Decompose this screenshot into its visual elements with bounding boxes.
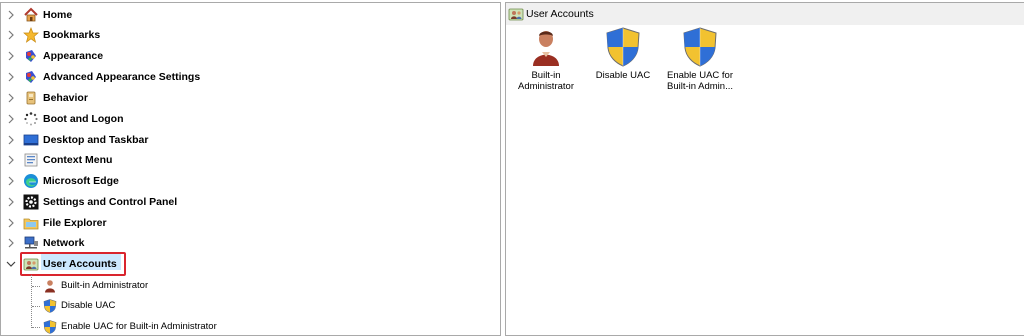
boot-spinner-icon xyxy=(22,110,40,128)
tree-item-label: Built-in Administrator xyxy=(61,280,149,291)
tree-item-built-in-administrator[interactable]: Built-in Administrator xyxy=(1,276,500,296)
tree-item-advanced-appearance[interactable]: Advanced Appearance Settings xyxy=(1,67,500,87)
items-view-header: User Accounts xyxy=(506,3,1024,25)
behavior-icon xyxy=(22,89,40,107)
tree-item-label: Settings and Control Panel xyxy=(43,196,178,208)
tree-item-label: Advanced Appearance Settings xyxy=(43,71,201,83)
tile-label-line1: Built-in xyxy=(531,70,561,81)
tree-item-label: File Explorer xyxy=(43,217,107,229)
tree-item-microsoft-edge[interactable]: Microsoft Edge xyxy=(1,171,500,191)
items-view-title: User Accounts xyxy=(526,8,594,20)
chevron-right-icon[interactable] xyxy=(5,113,17,125)
tree-item-boot-logon[interactable]: Boot and Logon xyxy=(1,109,500,129)
uac-shield-icon xyxy=(682,27,718,67)
chevron-right-icon[interactable] xyxy=(5,50,17,62)
tile-label: Enable UAC for Built-in Admin... xyxy=(663,70,737,92)
tree-item-enable-uac-built-in-admin[interactable]: Enable UAC for Built-in Administrator xyxy=(1,317,500,335)
chevron-right-icon[interactable] xyxy=(5,217,17,229)
selection-callout xyxy=(20,252,126,276)
tree-item-network[interactable]: Network xyxy=(1,233,500,253)
tree-item-label: Behavior xyxy=(43,92,88,104)
tree-item-disable-uac[interactable]: Disable UAC xyxy=(1,296,500,316)
tree-item-label: Enable UAC for Built-in Administrator xyxy=(61,321,217,332)
tree-item-label: Home xyxy=(43,9,73,21)
palette-icon xyxy=(22,68,40,86)
tree-item-desktop-taskbar[interactable]: Desktop and Taskbar xyxy=(1,130,500,150)
tree-view[interactable]: Home Bookmarks Appearance Advanced Appea… xyxy=(0,2,501,336)
chevron-down-icon[interactable] xyxy=(5,258,17,270)
desktop-icon xyxy=(22,131,40,149)
user-accounts-icon xyxy=(508,6,524,22)
palette-icon xyxy=(22,47,40,65)
tree-item-behavior[interactable]: Behavior xyxy=(1,88,500,108)
tree-item-label: Bookmarks xyxy=(43,29,101,41)
tile-label: Disable UAC xyxy=(586,70,660,81)
tile-label-line1: Enable UAC for xyxy=(666,70,733,81)
chevron-right-icon[interactable] xyxy=(5,29,17,41)
edge-icon xyxy=(22,172,40,190)
user-icon xyxy=(42,278,58,294)
tree-item-label: Network xyxy=(43,237,85,249)
tree-item-label: Appearance xyxy=(43,50,104,62)
chevron-right-icon[interactable] xyxy=(5,175,17,187)
tree-item-bookmarks[interactable]: Bookmarks xyxy=(1,25,500,45)
chevron-right-icon[interactable] xyxy=(5,154,17,166)
chevron-right-icon[interactable] xyxy=(5,71,17,83)
tile-label: Built-in Administrator xyxy=(509,70,583,92)
uac-shield-icon xyxy=(42,298,58,314)
tile-built-in-administrator[interactable]: Built-in Administrator xyxy=(509,27,583,97)
items-view[interactable]: User Accounts Built-in Administrator Dis… xyxy=(505,2,1024,336)
chevron-right-icon[interactable] xyxy=(5,9,17,21)
tree-item-home[interactable]: Home xyxy=(1,5,500,25)
uac-shield-icon xyxy=(605,27,641,67)
network-icon xyxy=(22,234,40,252)
home-icon xyxy=(22,6,40,24)
user-icon xyxy=(528,27,564,67)
folder-icon xyxy=(22,214,40,232)
star-icon xyxy=(22,26,40,44)
tile-enable-uac-built-in-admin[interactable]: Enable UAC for Built-in Admin... xyxy=(663,27,737,97)
tree-item-appearance[interactable]: Appearance xyxy=(1,46,500,66)
chevron-right-icon[interactable] xyxy=(5,134,17,146)
tree-item-file-explorer[interactable]: File Explorer xyxy=(1,213,500,233)
tree-item-settings-control-panel[interactable]: Settings and Control Panel xyxy=(1,192,500,212)
chevron-right-icon[interactable] xyxy=(5,196,17,208)
tree-item-label: Context Menu xyxy=(43,154,113,166)
chevron-right-icon[interactable] xyxy=(5,237,17,249)
tile-disable-uac[interactable]: Disable UAC xyxy=(586,27,660,97)
tile-label-line1: Disable UAC xyxy=(595,70,651,81)
tree-item-label: Boot and Logon xyxy=(43,113,124,125)
tree-item-context-menu[interactable]: Context Menu xyxy=(1,150,500,170)
tree-item-label: Desktop and Taskbar xyxy=(43,134,149,146)
context-menu-icon xyxy=(22,151,40,169)
tree-item-label: Disable UAC xyxy=(61,300,116,311)
tile-label-line2: Built-in Admin... xyxy=(667,81,733,92)
tile-label-line2: Administrator xyxy=(518,81,574,92)
gear-icon xyxy=(22,193,40,211)
uac-shield-icon xyxy=(42,319,58,335)
tree-item-label: Microsoft Edge xyxy=(43,175,119,187)
chevron-right-icon[interactable] xyxy=(5,92,17,104)
